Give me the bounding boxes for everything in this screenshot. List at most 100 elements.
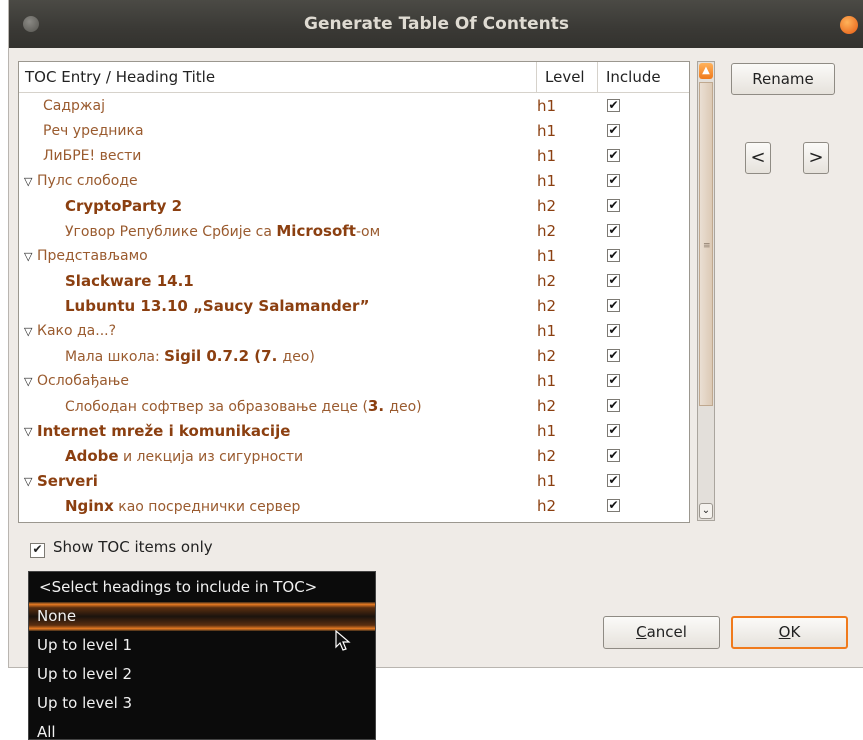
- column-header-title[interactable]: TOC Entry / Heading Title: [25, 62, 215, 92]
- scroll-thumb[interactable]: ≡: [699, 82, 713, 406]
- include-checkbox[interactable]: ✔: [607, 224, 620, 237]
- chevron-right-icon: >: [808, 147, 824, 168]
- include-checkbox[interactable]: ✔: [607, 199, 620, 212]
- close-icon[interactable]: [840, 16, 858, 34]
- column-header-level[interactable]: Level: [536, 62, 595, 92]
- row-title-part: Adobe: [65, 447, 119, 465]
- row-title-part: као посреднички сервер: [113, 499, 301, 515]
- include-checkbox[interactable]: ✔: [607, 99, 620, 112]
- row-title-part: део): [389, 399, 422, 415]
- include-checkbox[interactable]: ✔: [607, 174, 620, 187]
- dropdown-option[interactable]: None: [29, 602, 375, 631]
- row-title: Садржај: [43, 94, 105, 119]
- row-title-part: Microsoft: [276, 222, 356, 240]
- table-row[interactable]: Мала школа: Sigil 0.7.2 (7. део) h2 ✔: [19, 344, 689, 369]
- move-left-button[interactable]: <: [745, 142, 771, 174]
- row-level: h2: [537, 447, 557, 465]
- row-title: Lubuntu 13.10 „Saucy Salamander”: [65, 294, 370, 319]
- include-checkbox[interactable]: ✔: [607, 149, 620, 162]
- include-checkbox[interactable]: ✔: [607, 449, 620, 462]
- expand-toggle-icon[interactable]: ▽: [24, 244, 32, 269]
- dropdown-header[interactable]: <Select headings to include in TOC>: [29, 573, 375, 602]
- dropdown-option[interactable]: Up to level 2: [29, 660, 375, 689]
- table-scrollbar[interactable]: ▲ ≡ ⌄: [697, 61, 715, 521]
- show-toc-label: Show TOC items only: [53, 538, 213, 556]
- table-row[interactable]: ▽ Пулс слободе h1 ✔: [19, 169, 689, 194]
- row-title-part: Слободан софтвер за образовање деце (: [65, 399, 368, 415]
- include-checkbox[interactable]: ✔: [607, 324, 620, 337]
- row-level: h2: [537, 297, 557, 315]
- window-menu-icon[interactable]: [23, 16, 39, 32]
- heading-level-dropdown[interactable]: <Select headings to include in TOC> None…: [28, 571, 376, 740]
- row-level: h2: [537, 497, 557, 515]
- ok-label: K: [790, 623, 801, 641]
- row-title-part: 3.: [367, 397, 390, 415]
- row-level: h1: [537, 247, 557, 265]
- expand-toggle-icon[interactable]: ▽: [24, 419, 32, 444]
- toc-table[interactable]: TOC Entry / Heading Title Level Include …: [18, 61, 690, 523]
- include-checkbox[interactable]: ✔: [607, 349, 620, 362]
- table-row[interactable]: ▽ Ослобађање h1 ✔: [19, 369, 689, 394]
- row-title-part: Уговор Републике Србије са: [65, 224, 277, 240]
- include-checkbox[interactable]: ✔: [607, 249, 620, 262]
- row-title: Слободан софтвер за образовање деце (3. …: [65, 394, 422, 419]
- cancel-button[interactable]: Cancel: [603, 616, 720, 649]
- table-row[interactable]: Реч уредника h1 ✔: [19, 119, 689, 144]
- table-row[interactable]: Slackware 14.1 h2 ✔: [19, 269, 689, 294]
- table-row[interactable]: ▽ Serveri h1 ✔: [19, 469, 689, 494]
- include-checkbox[interactable]: ✔: [607, 274, 620, 287]
- row-title: Internet mreže i komunikacije: [37, 419, 290, 444]
- row-title-part: Представљамо: [37, 248, 148, 264]
- mouse-cursor-icon: [335, 630, 351, 651]
- row-title: Представљамо: [37, 244, 148, 269]
- expand-toggle-icon[interactable]: ▽: [24, 319, 32, 344]
- expand-toggle-icon[interactable]: ▽: [24, 369, 32, 394]
- table-row[interactable]: ▽ Како да...? h1 ✔: [19, 319, 689, 344]
- row-title: ЛиБРЕ! вести: [43, 144, 141, 169]
- row-title-part: CryptoParty 2: [65, 197, 183, 215]
- expand-toggle-icon[interactable]: ▽: [24, 469, 32, 494]
- row-title-part: део): [282, 349, 315, 365]
- include-checkbox[interactable]: ✔: [607, 374, 620, 387]
- dropdown-option[interactable]: All: [29, 718, 375, 739]
- scroll-up-icon[interactable]: ▲: [699, 63, 713, 79]
- table-row[interactable]: Adobe и лекција из сигурности h2 ✔: [19, 444, 689, 469]
- expand-toggle-icon[interactable]: ▽: [24, 169, 32, 194]
- include-checkbox[interactable]: ✔: [607, 474, 620, 487]
- row-title-part: Sigil 0.7.2 (7.: [164, 347, 283, 365]
- table-row[interactable]: ▽ Представљамо h1 ✔: [19, 244, 689, 269]
- row-title-part: Пулс слободе: [37, 173, 138, 189]
- ok-button[interactable]: OK: [731, 616, 848, 649]
- cancel-mnemonic: C: [636, 623, 647, 641]
- include-checkbox[interactable]: ✔: [607, 499, 620, 512]
- include-checkbox[interactable]: ✔: [607, 399, 620, 412]
- show-toc-checkbox-row[interactable]: ✔ Show TOC items only: [30, 538, 213, 558]
- table-row[interactable]: Уговор Републике Србије са Microsoft-ом h…: [19, 219, 689, 244]
- table-row[interactable]: Lubuntu 13.10 „Saucy Salamander” h2 ✔: [19, 294, 689, 319]
- row-title: Nginx као посреднички сервер: [65, 494, 300, 519]
- table-row[interactable]: Nginx као посреднички сервер h2 ✔: [19, 494, 689, 519]
- row-level: h2: [537, 347, 557, 365]
- row-title: Adobe и лекција из сигурности: [65, 444, 303, 469]
- rename-button[interactable]: Rename: [731, 63, 835, 95]
- move-right-button[interactable]: >: [803, 142, 829, 174]
- include-checkbox[interactable]: ✔: [607, 299, 620, 312]
- table-row[interactable]: CryptoParty 2 h2 ✔: [19, 194, 689, 219]
- show-toc-checkbox[interactable]: ✔: [30, 543, 45, 558]
- column-header-include[interactable]: Include: [597, 62, 686, 92]
- table-row[interactable]: Садржај h1 ✔: [19, 94, 689, 119]
- scroll-down-icon[interactable]: ⌄: [699, 503, 713, 519]
- row-level: h2: [537, 272, 557, 290]
- dropdown-option[interactable]: Up to level 3: [29, 689, 375, 718]
- table-row[interactable]: ▽ Internet mreže i komunikacije h1 ✔: [19, 419, 689, 444]
- include-checkbox[interactable]: ✔: [607, 124, 620, 137]
- row-title-part: -ом: [355, 224, 381, 240]
- row-level: h2: [537, 197, 557, 215]
- include-checkbox[interactable]: ✔: [607, 424, 620, 437]
- table-row[interactable]: Слободан софтвер за образовање деце (3. …: [19, 394, 689, 419]
- row-title-part: Садржај: [43, 98, 106, 114]
- ok-mnemonic: O: [778, 623, 791, 641]
- table-row[interactable]: ЛиБРЕ! вести h1 ✔: [19, 144, 689, 169]
- row-title: CryptoParty 2: [65, 194, 182, 219]
- dropdown-option[interactable]: Up to level 1: [29, 631, 375, 660]
